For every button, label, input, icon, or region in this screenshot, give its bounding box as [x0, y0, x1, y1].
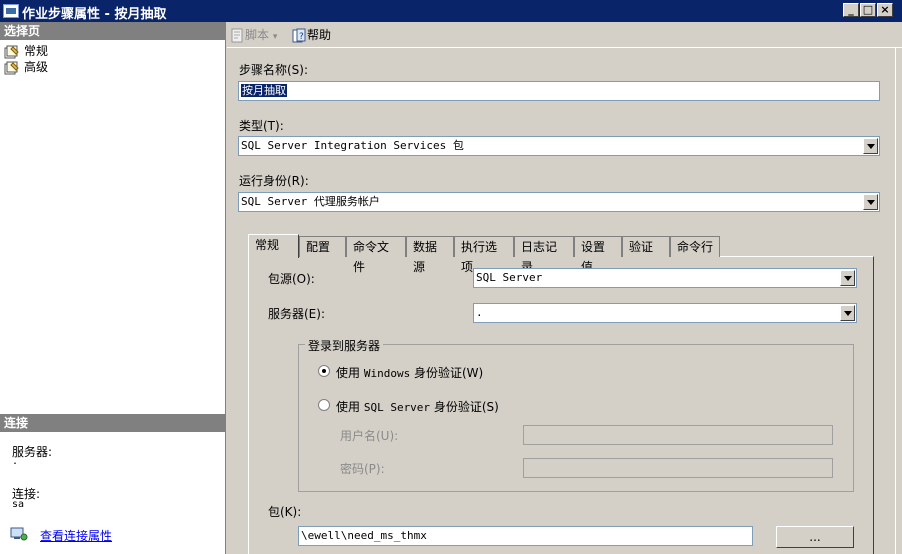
help-label: 帮助 [307, 28, 332, 42]
tab-execution-options[interactable]: 执行选项 [454, 236, 514, 274]
server-value: . [476, 306, 483, 319]
package-source-value: SQL Server [476, 271, 543, 284]
step-name-label: 步骤名称(S): [239, 63, 309, 77]
page-item-general[interactable]: 常规 [4, 43, 48, 59]
run-as-select[interactable]: SQL Server 代理服务帐户 [238, 192, 880, 212]
window-icon [3, 4, 19, 18]
left-panel: 选择页 常规 高级 连接 服务器: . 连接: sa [0, 22, 226, 554]
windows-auth-label: 使用 Windows 身份验证(W) [336, 364, 483, 381]
sql-auth-suffix: 身份验证(S) [430, 400, 499, 414]
package-source-label: 包源(O): [268, 272, 315, 286]
windows-auth-radio[interactable] [318, 365, 330, 377]
page-icon [4, 45, 20, 59]
type-value: SQL Server Integration Services 包 [241, 139, 464, 152]
page-item-label: 高级 [24, 60, 49, 74]
step-name-value: 按月抽取 [241, 84, 287, 97]
sql-auth-radio[interactable] [318, 399, 330, 411]
sql-auth-mono: SQL Server [363, 401, 431, 414]
script-icon [231, 28, 243, 42]
run-as-label: 运行身份(R): [239, 174, 309, 188]
server-label: 服务器(E): [268, 307, 325, 321]
browse-button[interactable]: ... [776, 526, 854, 548]
maximize-button[interactable]: □ [860, 3, 876, 17]
chevron-down-icon[interactable] [840, 270, 855, 286]
tab-logging[interactable]: 日志记录 [514, 236, 574, 274]
connection-header: 连接 [0, 414, 225, 432]
page-icon [4, 61, 20, 75]
username-label: 用户名(U): [340, 429, 399, 443]
toolbar: 脚本 ▾ ? 帮助 [227, 22, 902, 48]
chevron-down-icon[interactable] [840, 305, 855, 321]
script-dropdown-icon: ▾ [272, 32, 278, 42]
page-item-label: 常规 [24, 44, 49, 58]
right-edge [895, 48, 902, 554]
step-name-input[interactable]: 按月抽取 [238, 81, 880, 101]
chevron-down-icon[interactable] [863, 194, 878, 210]
windows-auth-suffix: 身份验证(W) [410, 366, 484, 380]
script-button[interactable]: 脚本 ▾ [229, 27, 277, 43]
help-icon: ? [292, 28, 306, 42]
minimize-button[interactable]: _ [843, 3, 859, 17]
sql-auth-prefix: 使用 [336, 400, 364, 414]
connection-properties-icon [10, 526, 28, 542]
password-input[interactable] [523, 458, 833, 478]
chevron-down-icon[interactable] [863, 138, 878, 154]
password-label: 密码(P): [340, 462, 385, 476]
select-page-header: 选择页 [0, 22, 225, 40]
page-item-advanced[interactable]: 高级 [4, 59, 48, 75]
run-as-value: SQL Server 代理服务帐户 [241, 195, 380, 208]
view-connection-properties-link[interactable]: 查看连接属性 [40, 527, 112, 544]
tab-command-files[interactable]: 命令文件 [346, 236, 406, 274]
tab-general[interactable]: 常规 [248, 234, 299, 258]
package-path-input[interactable]: \ewell\need_ms_thmx [298, 526, 753, 546]
svg-text:?: ? [299, 32, 304, 42]
tab-command-line[interactable]: 命令行 [670, 236, 720, 257]
sql-auth-label: 使用 SQL Server 身份验证(S) [336, 398, 499, 415]
package-source-select[interactable]: SQL Server [473, 268, 857, 288]
tab-data-sources[interactable]: 数据源 [406, 236, 454, 274]
package-label: 包(K): [268, 505, 302, 519]
type-select[interactable]: SQL Server Integration Services 包 [238, 136, 880, 156]
window-title: 作业步骤属性 - 按月抽取 [22, 7, 167, 22]
server-select[interactable]: . [473, 303, 857, 323]
username-input[interactable] [523, 425, 833, 445]
windows-auth-prefix: 使用 [336, 366, 364, 380]
help-button[interactable]: ? 帮助 [291, 27, 331, 43]
tab-verification[interactable]: 验证 [622, 236, 670, 257]
tab-set-values[interactable]: 设置值 [574, 236, 622, 274]
title-bar: 作业步骤属性 - 按月抽取 _ □ × [0, 0, 902, 22]
connection-value: sa [12, 499, 25, 510]
windows-auth-mono: Windows [363, 367, 411, 380]
tab-configuration[interactable]: 配置 [299, 236, 346, 257]
login-group-label: 登录到服务器 [305, 337, 384, 354]
close-button[interactable]: × [877, 3, 893, 17]
server-value: . [12, 456, 19, 467]
type-label: 类型(T): [239, 119, 284, 133]
script-label: 脚本 [245, 28, 270, 42]
